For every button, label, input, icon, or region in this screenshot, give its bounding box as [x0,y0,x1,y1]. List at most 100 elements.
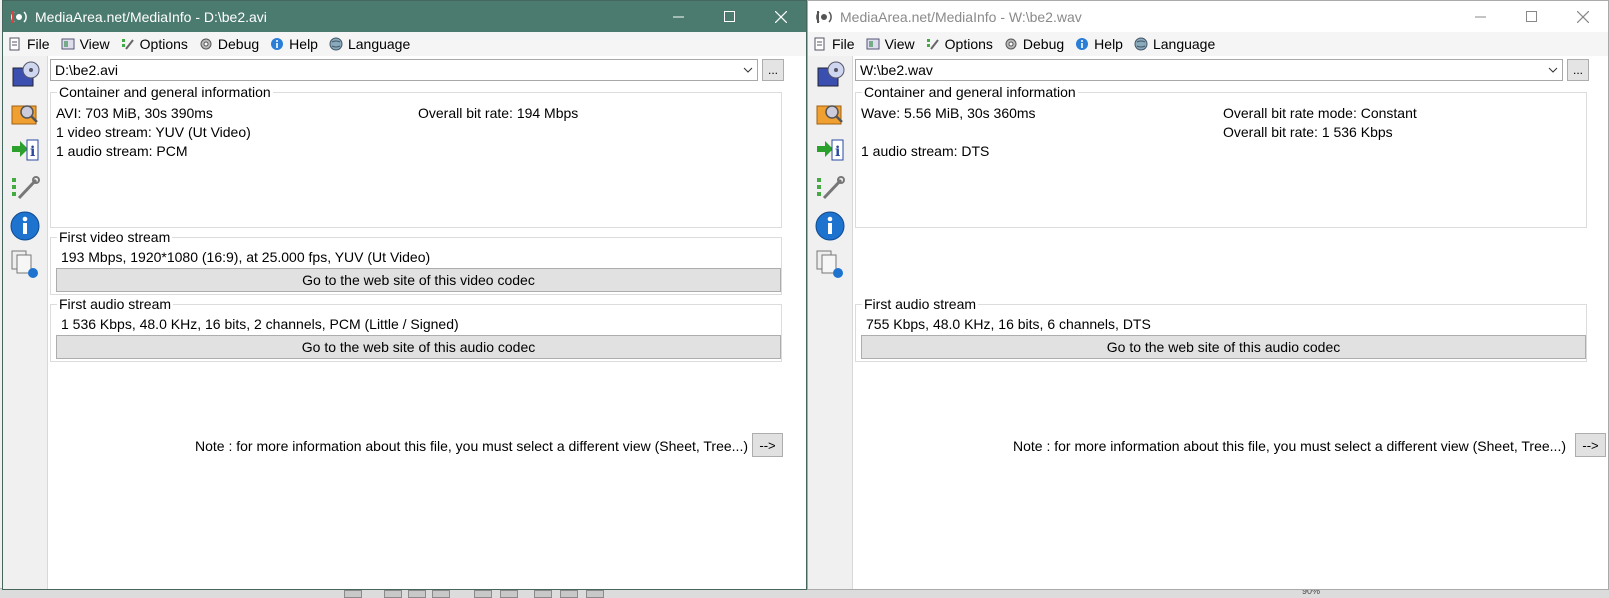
video-stream-title: First video stream [57,229,173,245]
mediainfo-app-icon [9,7,29,27]
open-file-button[interactable] [812,56,848,92]
preferences-button[interactable] [7,170,43,206]
browse-button[interactable]: ... [1567,59,1589,81]
general-info-title: Container and general information [57,84,273,100]
chevron-down-icon[interactable] [739,60,757,80]
minimize-button[interactable] [1455,1,1506,32]
options-icon [120,36,136,52]
svg-text:i: i [835,144,840,160]
mediainfo-window-avi: MediaArea.net/MediaInfo - D:\be2.avi Fil… [2,0,807,590]
shuffle-button[interactable] [586,590,604,598]
general-line-container: AVI: 703 MiB, 30s 390ms [56,105,213,121]
stop-button[interactable] [408,590,426,598]
browse-button[interactable]: ... [762,59,784,81]
video-stream-info: 193 Mbps, 1920*1080 (16:9), at 25.000 fp… [61,249,431,265]
report-button[interactable] [812,246,848,282]
menu-file[interactable]: File [7,36,50,52]
close-button[interactable] [1557,1,1608,32]
general-line-audio: 1 audio stream: PCM [56,143,188,159]
menu-file-label: File [27,36,50,52]
menu-options[interactable]: Options [925,36,993,52]
menu-help[interactable]: Help [1074,36,1123,52]
maximize-button[interactable] [704,1,755,32]
chevron-down-icon[interactable] [1544,60,1562,80]
menu-bar: File View Options Debug Help Language [808,32,1608,56]
window-title: MediaArea.net/MediaInfo - D:\be2.avi [35,8,267,25]
close-button[interactable] [755,1,806,32]
help-info-icon [1074,36,1090,52]
video-codec-website-button[interactable]: Go to the web site of this video codec [56,268,781,292]
report-button[interactable] [7,246,43,282]
menu-view-label: View [884,36,915,52]
view-note: Note : for more information about this f… [195,438,748,454]
audio-stream-info: 755 Kbps, 48.0 KHz, 16 bits, 6 channels,… [866,316,1151,332]
about-button[interactable] [7,208,43,244]
menu-language[interactable]: Language [328,36,410,52]
selected-file: W:\be2.wav [860,62,933,78]
debug-gear-icon [198,36,214,52]
menu-language-label: Language [1152,36,1216,52]
report-pages-icon [11,250,38,278]
preferences-tools-icon [12,176,40,200]
menu-view[interactable]: View [60,36,110,52]
help-info-icon [269,36,285,52]
export-button[interactable]: i [7,132,43,168]
play-button[interactable] [344,590,362,598]
open-folder-button[interactable] [7,94,43,130]
about-button[interactable] [812,208,848,244]
export-info-icon: i [12,139,39,161]
overall-bitrate: Overall bit rate: 194 Mbps [418,105,579,121]
general-info-title: Container and general information [862,84,1078,100]
change-view-button[interactable]: --> [752,433,783,457]
export-info-icon: i [817,139,844,161]
menu-help-label: Help [1094,36,1123,52]
minimize-button[interactable] [653,1,704,32]
repeat-button[interactable] [560,590,578,598]
menu-file[interactable]: File [812,36,855,52]
video-stream-group: First video stream 193 Mbps, 1920*1080 (… [50,229,782,295]
language-globe-icon [1133,36,1149,52]
change-view-button[interactable]: --> [1575,433,1606,457]
preferences-button[interactable] [812,170,848,206]
general-line-audio: 1 audio stream: DTS [861,143,990,159]
audio-codec-website-button[interactable]: Go to the web site of this audio codec [56,335,781,359]
general-info-group: Container and general information AVI: 7… [50,84,782,228]
menu-view[interactable]: View [865,36,915,52]
equalizer-button[interactable] [500,590,518,598]
menu-options[interactable]: Options [120,36,188,52]
skip-back-button[interactable] [384,590,402,598]
export-button[interactable]: i [812,132,848,168]
basic-view-panel: D:\be2.avi ... Container and general inf… [47,56,806,589]
file-select-dropdown[interactable]: D:\be2.avi [50,59,758,81]
menu-language[interactable]: Language [1133,36,1215,52]
file-select-dropdown[interactable]: W:\be2.wav [855,59,1563,81]
tool-button[interactable] [474,590,492,598]
menu-help-label: Help [289,36,318,52]
menu-help[interactable]: Help [269,36,318,52]
open-file-button[interactable] [7,56,43,92]
audio-stream-group: First audio stream 755 Kbps, 48.0 KHz, 1… [855,296,1587,362]
about-info-icon [10,211,40,241]
audio-stream-info: 1 536 Kbps, 48.0 KHz, 16 bits, 2 channel… [61,316,459,332]
menu-file-label: File [832,36,855,52]
maximize-button[interactable] [1506,1,1557,32]
menu-language-label: Language [347,36,411,52]
menu-debug[interactable]: Debug [1003,36,1064,52]
menu-options-label: Options [944,36,993,52]
menu-view-label: View [79,36,110,52]
window-title: MediaArea.net/MediaInfo - W:\be2.wav [840,8,1082,25]
playlist-button[interactable] [534,590,552,598]
open-folder-button[interactable] [812,94,848,130]
title-bar[interactable]: MediaArea.net/MediaInfo - D:\be2.avi [3,1,806,32]
general-line-container: Wave: 5.56 MiB, 30s 360ms [861,105,1036,121]
basic-view-panel: W:\be2.wav ... Container and general inf… [852,56,1608,589]
mediainfo-window-wav: MediaArea.net/MediaInfo - W:\be2.wav Fil… [807,0,1609,590]
language-globe-icon [328,36,344,52]
audio-codec-website-button[interactable]: Go to the web site of this audio codec [861,335,1586,359]
about-info-icon [815,211,845,241]
title-bar[interactable]: MediaArea.net/MediaInfo - W:\be2.wav [808,1,1608,32]
skip-forward-button[interactable] [432,590,450,598]
menu-debug-label: Debug [217,36,260,52]
general-line-video: 1 video stream: YUV (Ut Video) [56,124,251,140]
menu-debug[interactable]: Debug [198,36,259,52]
